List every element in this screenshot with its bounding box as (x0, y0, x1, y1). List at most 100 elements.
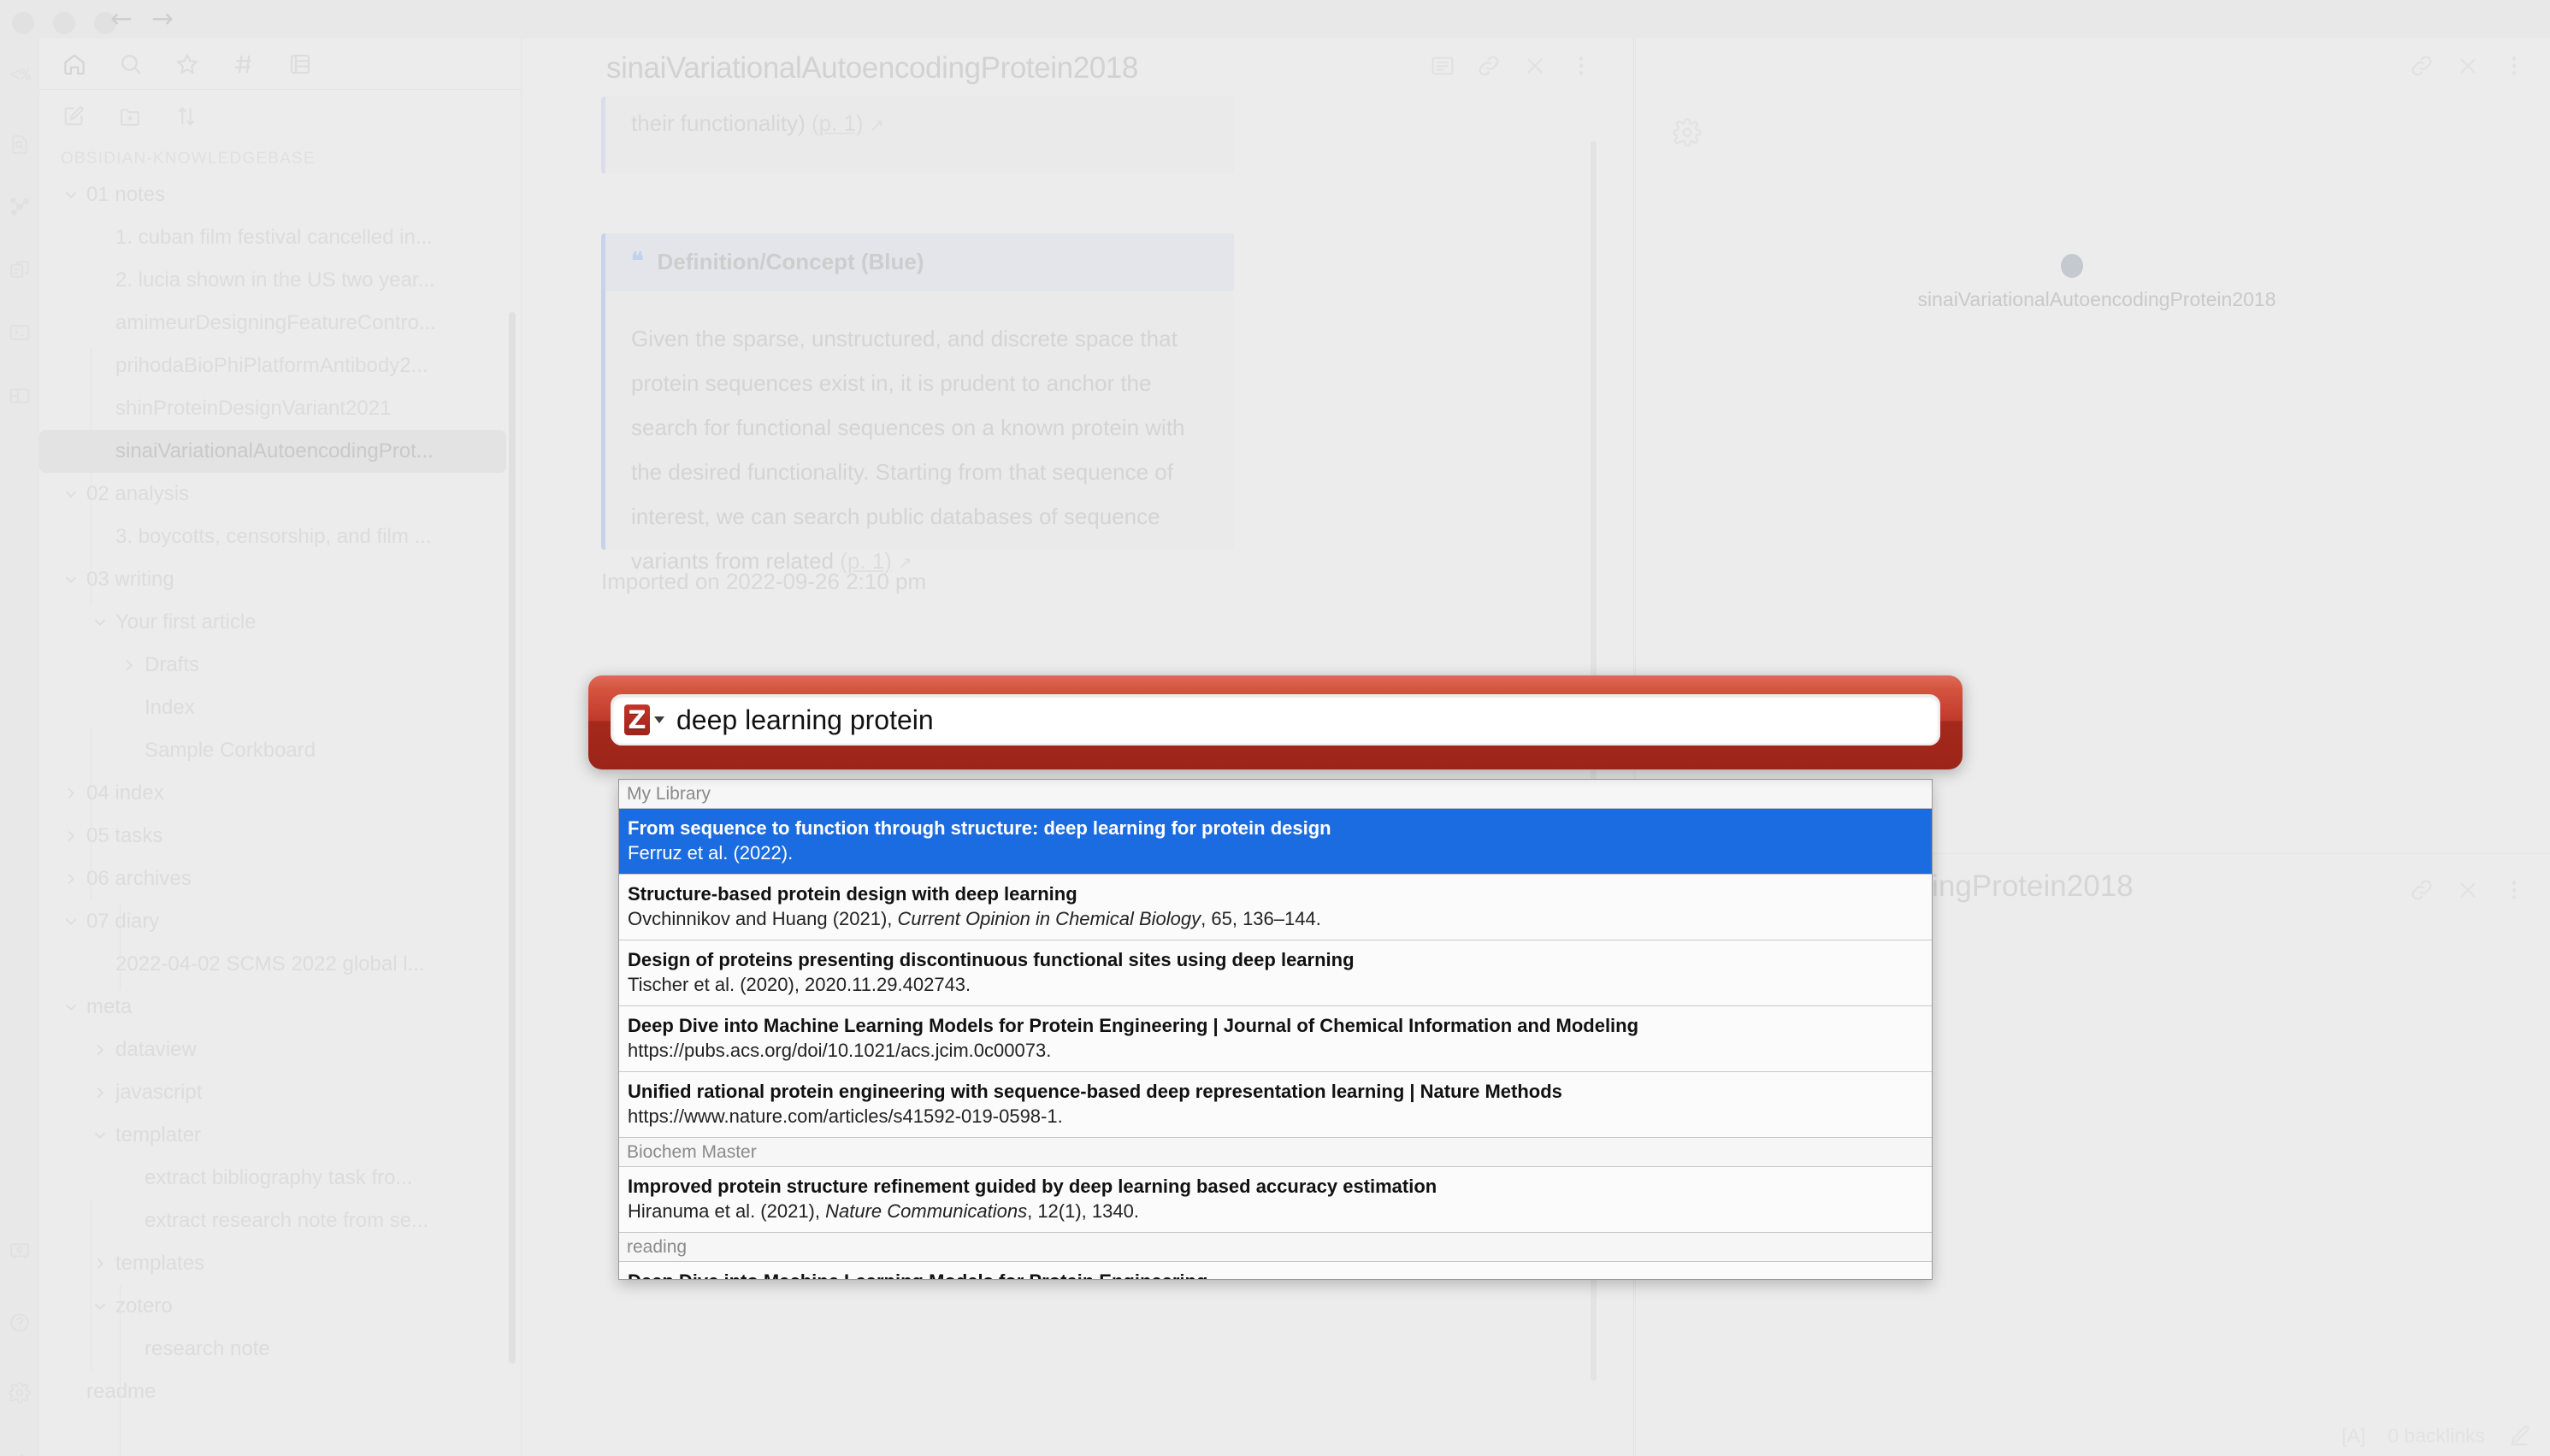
help-icon[interactable] (8, 1311, 32, 1335)
tree-folder-05-tasks[interactable]: 05 tasks (39, 815, 522, 858)
vault-icon[interactable] (8, 1240, 32, 1264)
tree-folder-03-writing[interactable]: 03 writing (39, 558, 522, 601)
tree-folder-dataview[interactable]: dataview (39, 1029, 522, 1071)
close-icon[interactable] (2454, 52, 2482, 80)
tree-folder-templater[interactable]: templater (39, 1114, 522, 1157)
link-icon[interactable] (1475, 52, 1502, 80)
tree-folder-01-notes[interactable]: 01 notes (39, 174, 522, 216)
more-options-icon[interactable] (2500, 52, 2528, 80)
zotero-results-list[interactable]: My Library From sequence to function thro… (618, 779, 1933, 1280)
tree-file-index[interactable]: Index (39, 687, 522, 729)
callout-definition-concept: ❝ Definition/Concept (Blue) Given the sp… (601, 233, 1234, 574)
tree-file-extract-research-note-from-se[interactable]: extract research note from se... (39, 1200, 522, 1242)
pencil-icon[interactable] (2507, 1424, 2531, 1447)
sidebar-scrollbar[interactable] (509, 312, 516, 1364)
chevron-right-icon[interactable] (91, 1254, 109, 1273)
new-folder-icon[interactable] (118, 104, 142, 128)
star-icon[interactable] (174, 51, 200, 77)
bookmark-icon[interactable] (287, 51, 313, 77)
zotero-result-item[interactable]: Deep Dive into Machine Learning Models f… (619, 1262, 1932, 1279)
tree-folder-07-diary[interactable]: 07 diary (39, 900, 522, 943)
tree-file-1-cuban-film-festival-cancelled-in[interactable]: 1. cuban film festival cancelled in... (39, 216, 522, 259)
link-icon[interactable] (2408, 52, 2435, 80)
chevron-down-icon[interactable] (62, 570, 80, 589)
tree-folder-06-archives[interactable]: 06 archives (39, 858, 522, 900)
tree-item-label: zotero (115, 1294, 173, 1317)
zotero-search-input[interactable]: deep learning protein (676, 704, 934, 736)
zotero-result-item[interactable]: Structure-based protein design with deep… (619, 875, 1932, 940)
chevron-down-icon[interactable] (62, 912, 80, 931)
chevron-down-icon[interactable] (62, 998, 80, 1017)
tree-file-3-boycotts-censorship-and-film[interactable]: 3. boycotts, censorship, and film ... (39, 516, 522, 558)
tree-file-readme[interactable]: readme (39, 1371, 522, 1413)
tree-file-sinaivariationalautoencodingprot[interactable]: sinaiVariationalAutoencodingProt... (39, 430, 506, 473)
tree-file-amimeurdesigningfeaturecontro[interactable]: amimeurDesigningFeatureContro... (39, 302, 522, 345)
zotero-result-item[interactable]: Unified rational protein engineering wit… (619, 1072, 1932, 1138)
chevron-right-icon[interactable] (62, 784, 80, 803)
tag-icon[interactable] (231, 51, 257, 77)
nav-forward-button[interactable]: → (145, 5, 180, 34)
tree-file-extract-bibliography-task-fro[interactable]: extract bibliography task fro... (39, 1157, 522, 1200)
more-options-icon[interactable] (1567, 52, 1595, 80)
zotero-result-item[interactable]: Improved protein structure refinement gu… (619, 1167, 1932, 1233)
templater-icon[interactable]: <% (8, 64, 32, 88)
chevron-down-icon[interactable] (91, 613, 109, 632)
chevron-down-icon[interactable] (62, 485, 80, 504)
chevron-down-icon[interactable] (91, 1297, 109, 1316)
terminal-icon[interactable] (8, 321, 32, 345)
tree-file-research-note[interactable]: research note (39, 1328, 522, 1371)
zotero-result-item[interactable]: From sequence to function through struct… (619, 809, 1932, 875)
zotero-library-group-label: reading (627, 1236, 688, 1257)
tree-folder-javascript[interactable]: javascript (39, 1071, 522, 1114)
link-icon[interactable] (2408, 876, 2435, 904)
search-icon[interactable] (118, 51, 144, 77)
tree-file-2-lucia-shown-in-the-us-two-year[interactable]: 2. lucia shown in the US two year... (39, 259, 522, 302)
page-link[interactable]: (p. 1) (812, 110, 864, 136)
zotero-result-item[interactable]: Deep Dive into Machine Learning Models f… (619, 1006, 1932, 1072)
tree-file-sample-corkboard[interactable]: Sample Corkboard (39, 729, 522, 772)
chevron-down-icon[interactable] (91, 1126, 109, 1145)
backlinks-count[interactable]: 0 backlinks (2388, 1424, 2485, 1447)
more-options-icon[interactable] (2500, 876, 2528, 904)
copy-icon[interactable] (8, 257, 32, 281)
tree-folder-04-index[interactable]: 04 index (39, 772, 522, 815)
tree-folder-templates[interactable]: templates (39, 1242, 522, 1285)
external-link-icon[interactable]: ↗ (870, 116, 884, 135)
new-note-icon[interactable] (62, 104, 86, 128)
tree-file-prihodabiophiplatformantibody2[interactable]: prihodaBioPhiPlatformAntibody2... (39, 345, 522, 387)
chevron-right-icon[interactable] (62, 827, 80, 846)
chevron-down-icon[interactable] (62, 186, 80, 204)
home-icon[interactable] (62, 51, 87, 77)
zotero-search-bar[interactable]: Z deep learning protein (611, 694, 1940, 746)
reading-view-icon[interactable] (1429, 52, 1456, 80)
close-icon[interactable] (2454, 876, 2482, 904)
collapse-sidebar-icon[interactable] (8, 1449, 32, 1456)
nav-back-button[interactable]: ← (104, 5, 139, 34)
zotero-result-item[interactable]: Design of proteins presenting discontinu… (619, 940, 1932, 1006)
window-close-button[interactable] (12, 12, 34, 34)
chevron-down-icon[interactable] (654, 716, 664, 723)
close-icon[interactable] (1521, 52, 1549, 80)
graph-view-icon[interactable] (8, 194, 32, 218)
graph-node[interactable] (2061, 254, 2083, 278)
graph-node-label: sinaiVariationalAutoencodingProtein2018 (1917, 288, 2276, 310)
tree-folder-meta[interactable]: meta (39, 986, 522, 1029)
chevron-right-icon[interactable] (120, 656, 139, 675)
tree-folder-zotero[interactable]: zotero (39, 1285, 522, 1328)
chevron-right-icon[interactable] (62, 869, 80, 888)
tree-folder-your-first-article[interactable]: Your first article (39, 601, 522, 644)
tree-file-shinproteindesignvariant2021[interactable]: shinProteinDesignVariant2021 (39, 387, 522, 430)
sort-icon[interactable] (174, 104, 198, 128)
window-minimize-button[interactable] (53, 12, 75, 34)
tree-folder-drafts[interactable]: Drafts (39, 644, 522, 687)
tree-file-2022-04-02-scms-2022-global-l[interactable]: 2022-04-02 SCMS 2022 global l... (39, 943, 522, 986)
settings-icon[interactable] (8, 1381, 32, 1405)
zotero-result-title: Deep Dive into Machine Learning Models f… (628, 1015, 1639, 1036)
chevron-right-icon[interactable] (91, 1040, 109, 1059)
file-search-icon[interactable] (8, 133, 32, 156)
tree-folder-02-analysis[interactable]: 02 analysis (39, 473, 522, 516)
layout-icon[interactable] (8, 384, 32, 408)
zotero-logo-icon[interactable]: Z (624, 704, 650, 735)
chevron-right-icon[interactable] (91, 1083, 109, 1102)
zotero-result-citation: Ovchinnikov and Huang (2021), Current Op… (628, 908, 1321, 929)
